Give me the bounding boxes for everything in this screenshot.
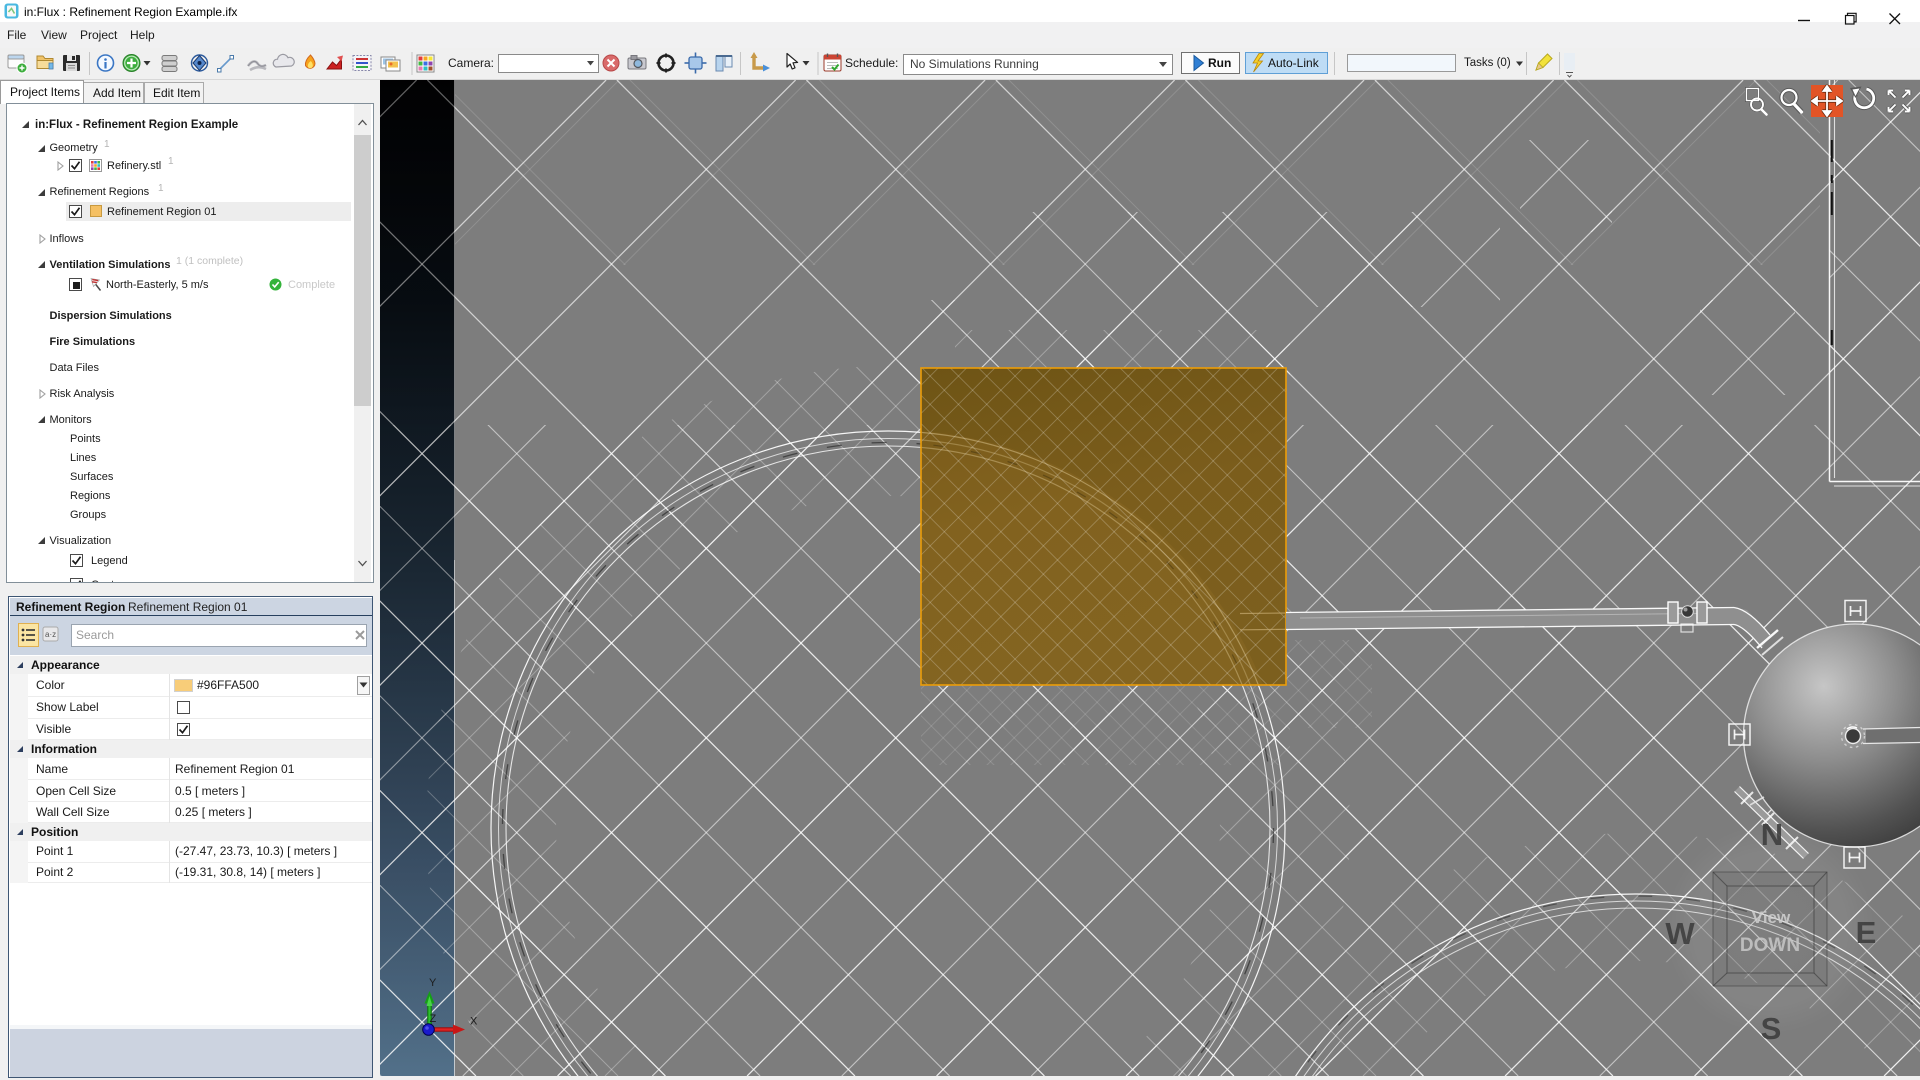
svg-text:X: X (470, 1016, 478, 1028)
svg-text:W: W (1665, 916, 1695, 951)
svg-text:a·z: a·z (45, 630, 56, 639)
svg-text:Z: Z (430, 1013, 437, 1025)
svg-text:Y: Y (429, 977, 437, 989)
svg-text:E: E (1856, 915, 1877, 950)
svg-text:View: View (1752, 908, 1791, 927)
svg-text:N: N (1761, 817, 1783, 852)
svg-text:DOWN: DOWN (1740, 935, 1800, 956)
svg-text:S: S (1761, 1011, 1782, 1046)
